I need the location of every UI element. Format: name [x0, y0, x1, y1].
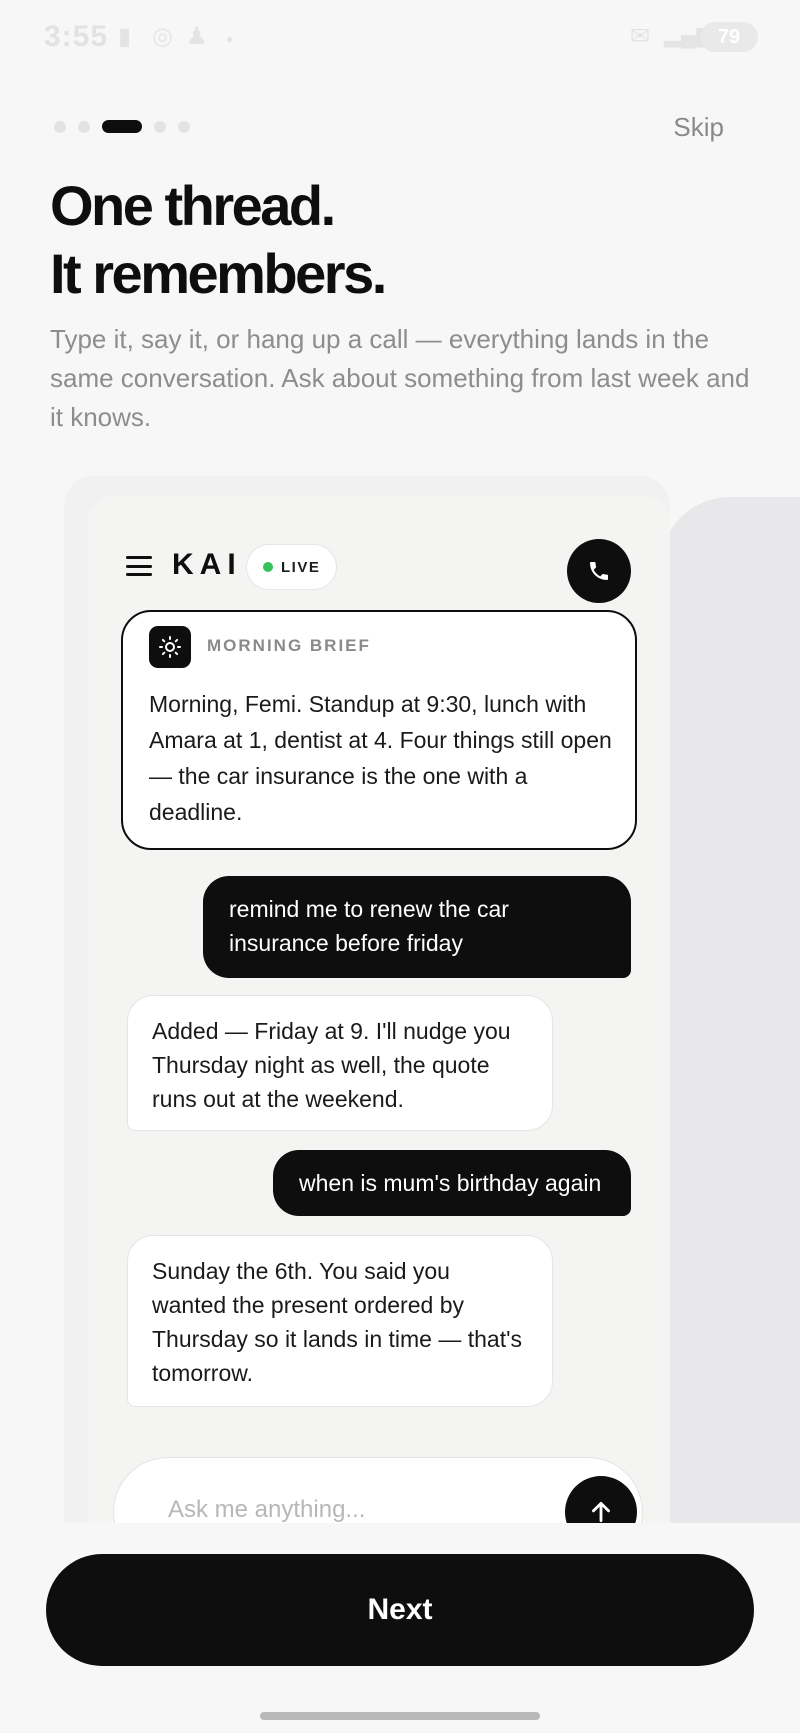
- next-slide-preview: [660, 497, 800, 1527]
- assistant-message: Sunday the 6th. You said you wanted the …: [127, 1235, 553, 1407]
- network-icon: ▮: [118, 23, 132, 50]
- morning-brief-card: MORNING BRIEF Morning, Femi. Standup at …: [121, 610, 637, 850]
- status-bar: 3:55 ▮ ◎ ♟ ● ✉ ▂▄▆ 79: [0, 0, 800, 74]
- brief-text: Morning, Femi. Standup at 9:30, lunch wi…: [149, 691, 612, 825]
- pager-dot: [154, 120, 166, 133]
- pager-dot: [54, 120, 66, 133]
- message-icon: ✉: [630, 23, 651, 50]
- title-line-2: It remembers.: [50, 242, 387, 305]
- onboarding-pager: [54, 120, 190, 133]
- live-badge: LIVE: [246, 544, 338, 590]
- arrow-up-icon: [592, 1501, 610, 1523]
- notification-dot-icon: ●: [226, 32, 234, 46]
- chat-input: Ask me anything...: [113, 1457, 643, 1526]
- pager-dot: [178, 120, 190, 133]
- snapchat-icon: ♟: [186, 23, 208, 50]
- brief-label: MORNING BRIEF: [207, 636, 371, 655]
- status-time: 3:55: [44, 20, 109, 53]
- send-button: [565, 1476, 637, 1526]
- phone-icon: [590, 562, 608, 580]
- pager-dot: [78, 120, 90, 133]
- live-dot-icon: [263, 562, 273, 572]
- call-button: [567, 539, 631, 603]
- pager-dot-active: [102, 120, 142, 133]
- page-subtitle: Type it, say it, or hang up a call — eve…: [50, 324, 750, 432]
- page-title: One thread. It remembers.: [50, 172, 387, 308]
- live-label: LIVE: [281, 558, 321, 576]
- app-brand: KAI: [172, 548, 242, 581]
- user-message: when is mum's birthday again: [273, 1150, 631, 1216]
- battery-indicator: 79: [700, 22, 758, 52]
- user-message: remind me to renew the car insurance bef…: [203, 876, 631, 978]
- sun-icon: [149, 626, 191, 668]
- hamburger-icon: [126, 556, 152, 576]
- title-line-1: One thread.: [50, 174, 336, 237]
- next-button[interactable]: Next: [46, 1554, 754, 1666]
- skip-button[interactable]: Skip: [673, 112, 724, 143]
- phone-mockup: KAI LIVE MORNING BRIEF Morning, Femi. St…: [88, 496, 670, 1526]
- assistant-message: Added — Friday at 9. I'll nudge you Thur…: [127, 995, 553, 1131]
- instagram-icon: ◎: [152, 23, 173, 50]
- chat-input-placeholder: Ask me anything...: [168, 1496, 366, 1523]
- home-indicator[interactable]: [260, 1712, 540, 1720]
